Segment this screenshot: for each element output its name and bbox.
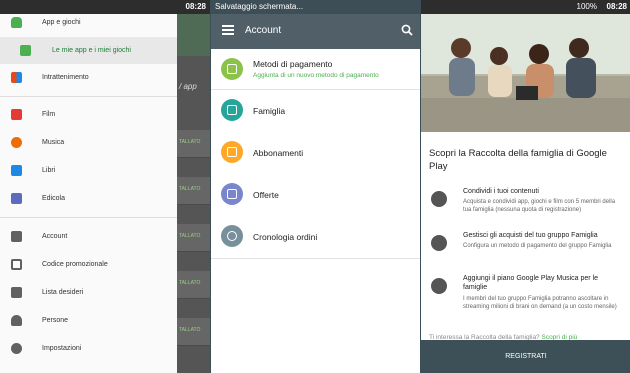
- hamburger-menu-icon[interactable]: [222, 25, 234, 35]
- drawer-item-people[interactable]: Persone: [0, 307, 177, 335]
- status-time: 08:28: [185, 2, 206, 11]
- drawer-item-newsstand[interactable]: Edicola: [0, 185, 177, 213]
- settings-icon: [11, 343, 22, 354]
- family-home-icon: [221, 99, 243, 121]
- payment-card-icon: [431, 235, 447, 251]
- payment-card-icon: [221, 58, 243, 80]
- status-notification: Salvataggio schermata...: [215, 2, 304, 11]
- gift-icon: [221, 183, 243, 205]
- subscription-icon: [221, 141, 243, 163]
- drawer-item-wishlist[interactable]: Lista desideri: [0, 279, 177, 307]
- menu-item-offers[interactable]: Offerte: [211, 173, 420, 215]
- my-apps-icon: [20, 45, 31, 56]
- menu-item-payment-methods[interactable]: Metodi di pagamento Aggiunta di un nuovo…: [211, 48, 420, 90]
- background-app-list: / app TALLATO TALLATO TALLATO TALLATO TA…: [177, 14, 210, 373]
- music-icon: [431, 278, 447, 294]
- family-photo: [421, 14, 630, 132]
- family-library-title: Scopri la Raccolta della famiglia di Goo…: [429, 148, 607, 172]
- android-icon: [11, 17, 22, 28]
- drawer-item-books[interactable]: Libri: [0, 157, 177, 185]
- drawer-item-my-apps[interactable]: Le mie app e i miei giochi: [0, 37, 177, 64]
- background-row: TALLATO: [177, 130, 210, 158]
- menu-item-order-history[interactable]: Cronologia ordini: [211, 215, 420, 257]
- search-icon[interactable]: [401, 24, 413, 36]
- drawer-item-music[interactable]: Musica: [0, 129, 177, 157]
- family-home-icon: [431, 191, 447, 207]
- entertainment-icon: [11, 72, 22, 83]
- account-icon: [11, 231, 22, 242]
- navigation-drawer: App e giochi Le mie app e i miei giochi …: [0, 14, 177, 373]
- drawer-item-promo-code[interactable]: Codice promozionale: [0, 251, 177, 279]
- play-store-drawer-panel: / app TALLATO TALLATO TALLATO TALLATO TA…: [0, 0, 210, 373]
- feature-share-content: Condividi i tuoi contenuti Acquista e co…: [421, 187, 630, 223]
- menu-item-subscriptions[interactable]: Abbonamenti: [211, 131, 420, 173]
- section-divider: [211, 258, 420, 259]
- newsstand-icon: [11, 193, 22, 204]
- background-row: TALLATO: [177, 177, 210, 205]
- background-row: TALLATO: [177, 318, 210, 346]
- background-heading: / app: [179, 82, 197, 91]
- movie-icon: [11, 109, 22, 120]
- music-icon: [11, 137, 22, 148]
- family-library-panel: 08:28 100% Scopri la Raccolta della fami…: [420, 0, 630, 373]
- register-button[interactable]: REGISTRATI: [421, 340, 630, 373]
- menu-item-family[interactable]: Famiglia: [211, 89, 420, 131]
- drawer-divider: [0, 217, 177, 218]
- drawer-item-settings[interactable]: Impostazioni: [0, 335, 177, 363]
- history-icon: [221, 225, 243, 247]
- battery-level: 100%: [576, 2, 597, 11]
- drawer-item-movies[interactable]: Film: [0, 101, 177, 129]
- wishlist-icon: [11, 287, 22, 298]
- background-header: [177, 14, 210, 56]
- promo-code-icon: [11, 259, 22, 270]
- people-icon: [11, 315, 22, 326]
- drawer-item-account[interactable]: Account: [0, 223, 177, 251]
- drawer-item-apps-games[interactable]: App e giochi: [0, 9, 177, 37]
- background-row: TALLATO: [177, 271, 210, 299]
- account-header: Account: [211, 14, 420, 49]
- status-bar: Salvataggio schermata...: [211, 0, 420, 14]
- status-time: 08:28: [606, 2, 627, 11]
- book-icon: [11, 165, 22, 176]
- header-title: Account: [245, 25, 282, 36]
- background-row: TALLATO: [177, 224, 210, 252]
- status-bar: 08:28 100%: [421, 0, 630, 14]
- drawer-divider: [0, 96, 177, 97]
- drawer-item-entertainment[interactable]: Intrattenimento: [0, 64, 177, 92]
- feature-music-family-plan: Aggiungi il piano Google Play Musica per…: [421, 274, 630, 326]
- feature-manage-purchases: Gestisci gli acquisti del tuo gruppo Fam…: [421, 231, 630, 263]
- account-menu-panel: Salvataggio schermata... Account Metodi …: [210, 0, 420, 373]
